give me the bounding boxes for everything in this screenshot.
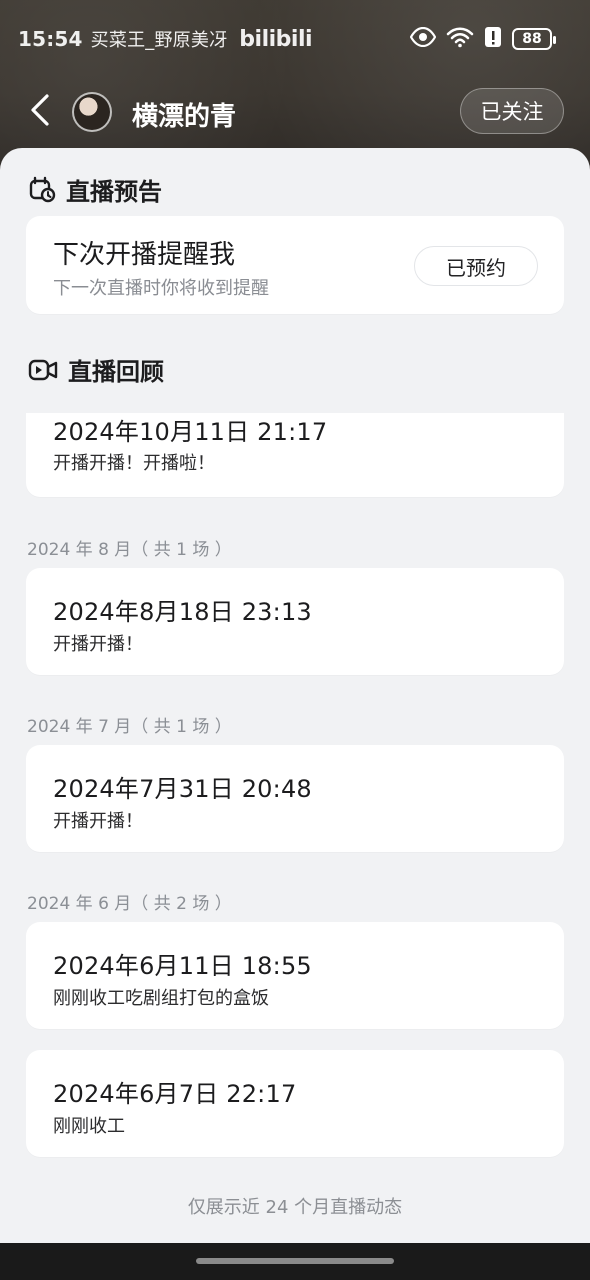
replay-card[interactable]: 2024年8月18日 23:13 开播开播！ <box>26 568 564 675</box>
replay-description: 刚刚收工吃剧组打包的盒饭 <box>53 988 269 1009</box>
replay-card[interactable]: 2024年10月11日 21:17 开播开播！开播啦！ <box>26 413 564 497</box>
status-icons: 88 <box>409 23 556 55</box>
status-left: 15:54 买菜王_野原美冴 bilibili <box>18 25 313 53</box>
live-replay-title: 直播回顾 <box>68 357 164 386</box>
replay-datetime: 2024年6月7日 22:17 <box>53 1080 297 1108</box>
live-notice-title: 直播预告 <box>66 177 162 206</box>
top-bar: 横漂的青 已关注 <box>0 86 590 138</box>
system-nav-bar <box>0 1243 590 1280</box>
live-reminder-card: 下次开播提醒我 下一次直播时你将收到提醒 已预约 <box>26 216 564 314</box>
back-button[interactable] <box>22 92 58 132</box>
replay-datetime: 2024年6月11日 18:55 <box>53 952 312 980</box>
content-sheet: 直播预告 下次开播提醒我 下一次直播时你将收到提醒 已预约 直播回顾 2024年… <box>0 148 590 1243</box>
app-root: 15:54 买菜王_野原美冴 bilibili 88 横漂的青 已关注 直播预告… <box>0 0 590 1280</box>
battery-indicator: 88 <box>512 28 556 50</box>
month-label: 2024 年 6 月（ 共 2 场 ） <box>27 894 232 914</box>
bilibili-logo: bilibili <box>239 26 313 52</box>
replay-description: 开播开播！ <box>53 634 143 655</box>
replay-datetime: 2024年10月11日 21:17 <box>53 418 328 446</box>
replay-card[interactable]: 2024年6月7日 22:17 刚刚收工 <box>26 1050 564 1157</box>
avatar[interactable] <box>72 92 112 132</box>
home-indicator[interactable] <box>196 1258 394 1264</box>
replay-description: 开播开播！开播啦！ <box>53 453 215 474</box>
month-label: 2024 年 8 月（ 共 1 场 ） <box>27 540 232 560</box>
channel-name[interactable]: 横漂的青 <box>132 96 236 133</box>
calendar-clock-icon <box>28 175 56 203</box>
eye-icon <box>409 26 437 51</box>
notification-text: 买菜王_野原美冴 <box>90 30 228 51</box>
wifi-icon <box>446 26 474 52</box>
status-bar: 15:54 买菜王_野原美冴 bilibili 88 <box>0 0 590 76</box>
month-label: 2024 年 7 月（ 共 1 场 ） <box>27 717 232 737</box>
status-time: 15:54 <box>18 27 83 51</box>
footer-note: 仅展示近 24 个月直播动态 <box>187 1197 403 1218</box>
alert-icon <box>484 26 502 52</box>
live-notice-section-title: 直播预告 <box>28 172 162 206</box>
follow-button[interactable]: 已关注 <box>460 88 564 134</box>
replay-datetime: 2024年8月18日 23:13 <box>53 598 312 626</box>
reminder-subtitle: 下一次直播时你将收到提醒 <box>53 278 269 299</box>
reserved-button[interactable]: 已预约 <box>414 246 538 286</box>
chevron-left-icon <box>29 93 51 131</box>
replay-card[interactable]: 2024年7月31日 20:48 开播开播！ <box>26 745 564 852</box>
replay-datetime: 2024年7月31日 20:48 <box>53 775 312 803</box>
reminder-title: 下次开播提醒我 <box>53 240 236 270</box>
live-replay-section-title: 直播回顾 <box>28 352 164 386</box>
replay-description: 刚刚收工 <box>53 1116 125 1137</box>
replay-description: 开播开播！ <box>53 811 143 832</box>
video-replay-icon <box>28 355 58 383</box>
replay-card[interactable]: 2024年6月11日 18:55 刚刚收工吃剧组打包的盒饭 <box>26 922 564 1029</box>
